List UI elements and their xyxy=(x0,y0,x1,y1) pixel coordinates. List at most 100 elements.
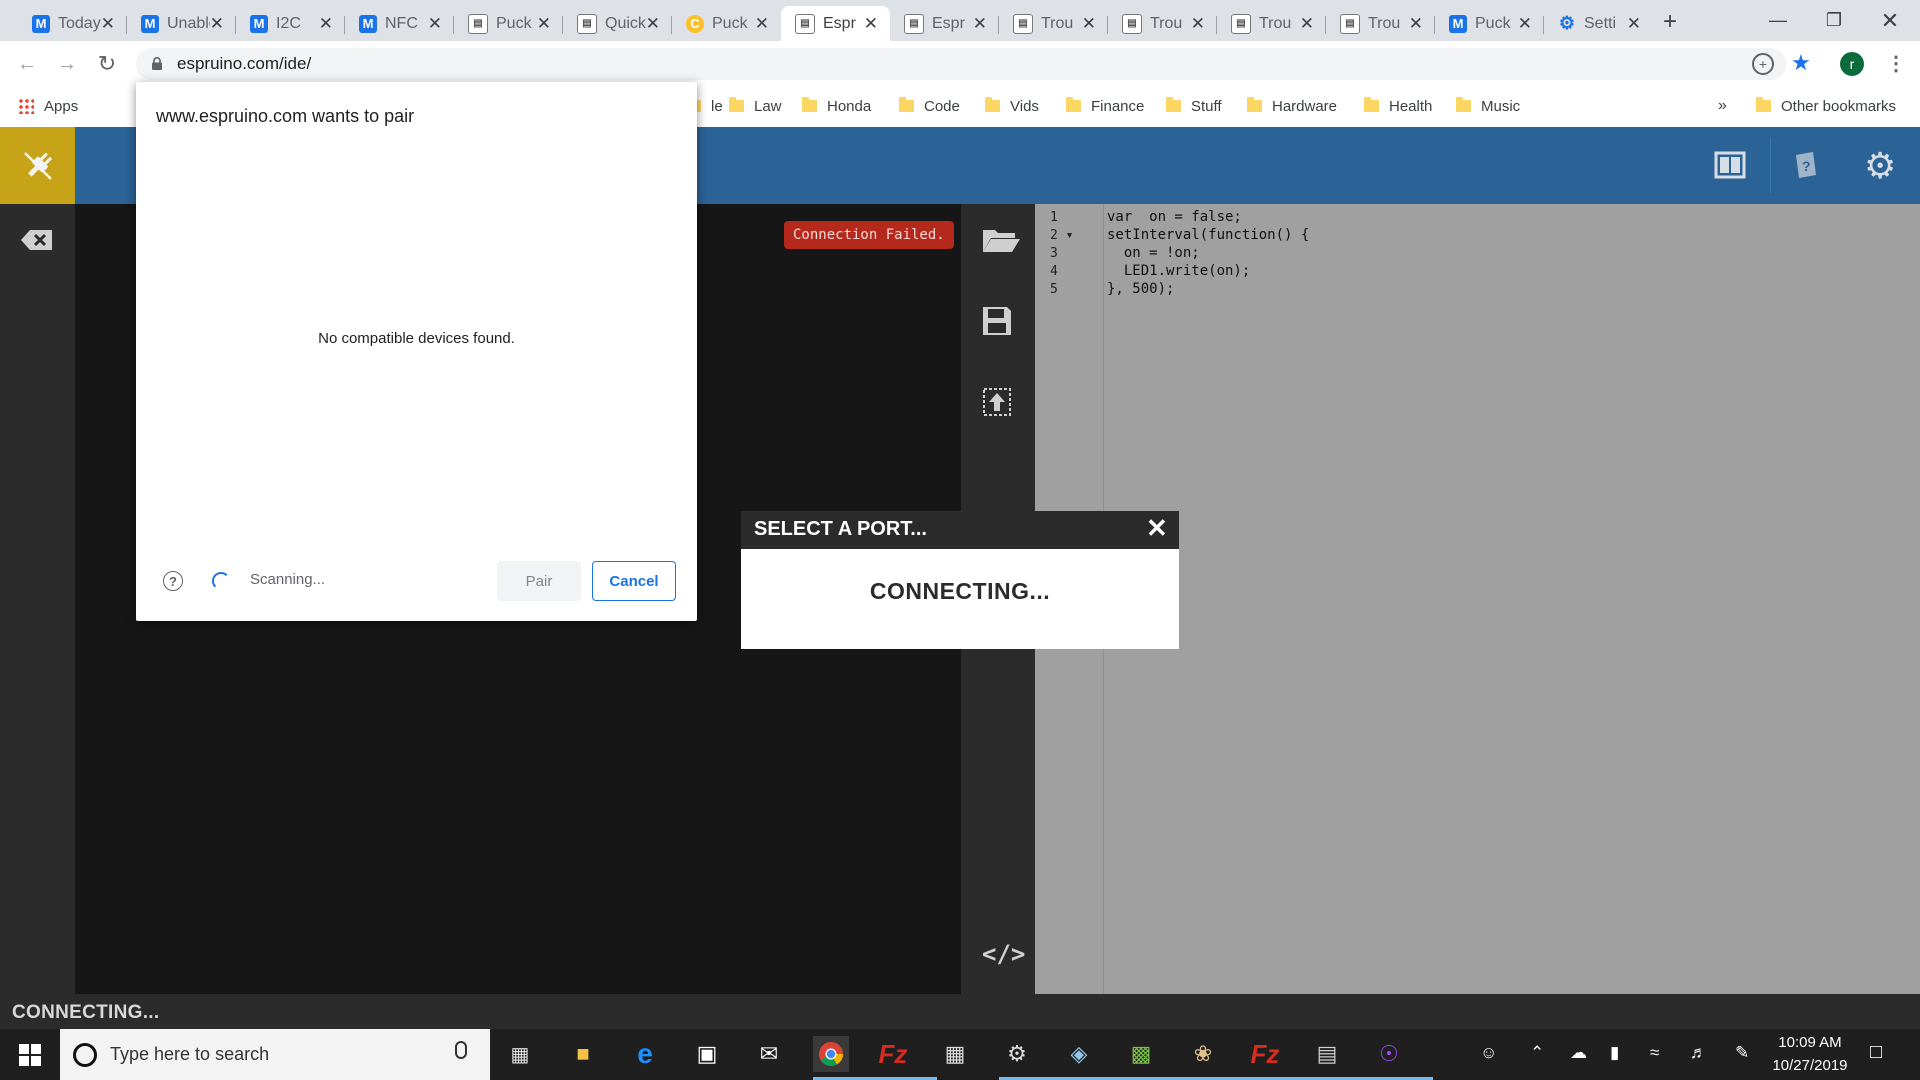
tab-close-icon[interactable]: ✕ xyxy=(537,14,551,34)
clock-time[interactable]: 10:09 AM xyxy=(1775,1034,1845,1051)
browser-tab[interactable]: ▤ Trou ✕ xyxy=(999,6,1108,41)
help-icon[interactable]: ? xyxy=(163,571,183,591)
filezilla-second-icon[interactable]: Fz xyxy=(1247,1036,1283,1072)
code-view-toggle-icon[interactable]: </> xyxy=(982,940,1025,968)
pair-button[interactable]: Pair xyxy=(497,561,581,601)
bookmark-item[interactable]: Apps xyxy=(18,95,78,117)
code-line[interactable]: var on = false; xyxy=(1107,209,1242,225)
reload-icon[interactable]: ↻ xyxy=(94,51,120,77)
action-center-icon[interactable]: □ xyxy=(1870,1041,1882,1064)
connect-button[interactable] xyxy=(0,127,75,204)
settings-gear-icon[interactable]: ⚙ xyxy=(1864,148,1896,184)
browser-tab[interactable]: ▤ Espr ✕ xyxy=(781,6,890,41)
settings-icon[interactable]: ⚙ xyxy=(999,1036,1035,1072)
tab-close-icon[interactable]: ✕ xyxy=(1409,14,1423,34)
tab-close-icon[interactable]: ✕ xyxy=(1191,14,1205,34)
tor-browser-icon[interactable]: ☉ xyxy=(1371,1036,1407,1072)
forward-icon[interactable]: → xyxy=(54,51,80,77)
bookmark-item[interactable]: Hardware xyxy=(1247,95,1337,117)
url-text[interactable]: espruino.com/ide/ xyxy=(177,54,311,74)
bookmark-item[interactable]: Code xyxy=(899,95,960,117)
profile-avatar[interactable]: r xyxy=(1840,52,1864,76)
bookmark-item[interactable]: Law xyxy=(729,95,782,117)
volume-icon[interactable]: ♬ xyxy=(1690,1043,1707,1063)
tab-close-icon[interactable]: ✕ xyxy=(101,14,115,34)
filezilla-icon[interactable]: Fz xyxy=(875,1036,911,1072)
browser-tab[interactable]: ▤ Trou ✕ xyxy=(1217,6,1326,41)
code-line[interactable]: LED1.write(on); xyxy=(1107,263,1250,279)
other-bookmarks[interactable]: Other bookmarks xyxy=(1756,95,1896,117)
tab-close-icon[interactable]: ✕ xyxy=(319,14,333,34)
calculator-icon[interactable]: ▦ xyxy=(937,1036,973,1072)
browser-tab[interactable]: M Unable✕ xyxy=(127,6,236,41)
code-line[interactable]: setInterval(function() { xyxy=(1107,227,1309,243)
tab-close-icon[interactable]: ✕ xyxy=(755,14,769,34)
people-icon[interactable]: ☺ xyxy=(1480,1043,1497,1063)
help-book-icon[interactable]: ? xyxy=(1789,149,1823,183)
open-folder-icon[interactable] xyxy=(981,224,1021,254)
code-line[interactable]: }, 500); xyxy=(1107,281,1174,297)
pen-icon[interactable]: ✎ xyxy=(1735,1043,1749,1063)
tab-close-icon[interactable]: ✕ xyxy=(973,14,987,34)
tab-close-icon[interactable]: ✕ xyxy=(864,14,878,34)
save-icon[interactable] xyxy=(981,305,1013,337)
tab-close-icon[interactable]: ✕ xyxy=(1518,14,1532,34)
browser-tab[interactable]: M Today ✕ xyxy=(18,6,127,41)
browser-tab[interactable]: M NFC ✕ xyxy=(345,6,454,41)
back-icon[interactable]: ← xyxy=(14,51,40,77)
layout-toggle-icon[interactable] xyxy=(1714,149,1748,183)
close-icon[interactable]: ✕ xyxy=(1146,513,1168,544)
bookmark-item[interactable]: Stuff xyxy=(1166,95,1222,117)
browser-tab[interactable]: C Puck ✕ xyxy=(672,6,781,41)
search-placeholder[interactable]: Type here to search xyxy=(110,1044,269,1065)
bookmark-item[interactable]: Music xyxy=(1456,95,1520,117)
browser-tab[interactable]: ▤ Trou ✕ xyxy=(1108,6,1217,41)
address-bar[interactable] xyxy=(136,48,1786,80)
code-line[interactable]: on = !on; xyxy=(1107,245,1200,261)
clear-terminal-icon[interactable] xyxy=(20,228,54,252)
browser-tab[interactable]: ⚙ Setti ✕ xyxy=(1544,6,1653,41)
menu-icon[interactable]: ⋮ xyxy=(1886,51,1906,76)
tab-close-icon[interactable]: ✕ xyxy=(1082,14,1096,34)
bookmark-item[interactable]: Honda xyxy=(802,95,871,117)
bookmark-item[interactable]: Health xyxy=(1364,95,1432,117)
mail-icon[interactable]: ✉ xyxy=(751,1036,787,1072)
notes-app-icon[interactable]: ◈ xyxy=(1061,1036,1097,1072)
onedrive-icon[interactable]: ☁ xyxy=(1570,1043,1587,1063)
browser-tab[interactable]: ▤ Espr ✕ xyxy=(890,6,999,41)
browser-tab[interactable]: ▤ Trou ✕ xyxy=(1326,6,1435,41)
task-view-icon[interactable]: ▦ xyxy=(502,1036,538,1072)
browser-tab[interactable]: M Puck ✕ xyxy=(1435,6,1544,41)
tab-close-icon[interactable]: ✕ xyxy=(1627,14,1641,34)
window-close-icon[interactable]: ✕ xyxy=(1862,0,1918,41)
battery-icon[interactable]: ▮ xyxy=(1610,1043,1619,1063)
store-icon[interactable]: ▣ xyxy=(689,1036,725,1072)
tab-close-icon[interactable]: ✕ xyxy=(428,14,442,34)
bookmarks-overflow[interactable]: » xyxy=(1718,95,1727,117)
install-app-icon[interactable]: + xyxy=(1752,53,1774,75)
send-to-device-icon[interactable] xyxy=(981,386,1013,418)
chrome-taskbar-icon[interactable] xyxy=(813,1036,849,1072)
tab-close-icon[interactable]: ✕ xyxy=(210,14,224,34)
bookmark-item[interactable]: Finance xyxy=(1066,95,1144,117)
edge-icon[interactable]: e xyxy=(627,1036,663,1072)
start-button[interactable] xyxy=(0,1029,60,1080)
spreadsheet-app-icon[interactable]: ▩ xyxy=(1123,1036,1159,1072)
microphone-icon[interactable] xyxy=(455,1041,467,1059)
tab-close-icon[interactable]: ✕ xyxy=(646,14,660,34)
browser-tab[interactable]: ▤ Puck ✕ xyxy=(454,6,563,41)
bookmark-star-icon[interactable]: ★ xyxy=(1791,50,1811,76)
bookmark-item[interactable]: Vids xyxy=(985,95,1039,117)
lock-icon[interactable] xyxy=(151,57,163,70)
file-explorer-icon[interactable]: ■ xyxy=(565,1036,601,1072)
minimize-icon[interactable]: — xyxy=(1750,0,1806,41)
clock-date[interactable]: 10/27/2019 xyxy=(1768,1057,1852,1074)
browser-tab[interactable]: M I2C ✕ xyxy=(236,6,345,41)
restore-icon[interactable]: ❐ xyxy=(1806,0,1862,41)
tab-close-icon[interactable]: ✕ xyxy=(1300,14,1314,34)
new-tab-button[interactable]: + xyxy=(1654,6,1686,38)
show-hidden-icons[interactable]: ⌃ xyxy=(1530,1043,1544,1063)
paint-icon[interactable]: ❀ xyxy=(1185,1036,1221,1072)
browser-tab[interactable]: ▤ Quick ✕ xyxy=(563,6,672,41)
espruino-app-icon[interactable]: ▤ xyxy=(1309,1036,1345,1072)
